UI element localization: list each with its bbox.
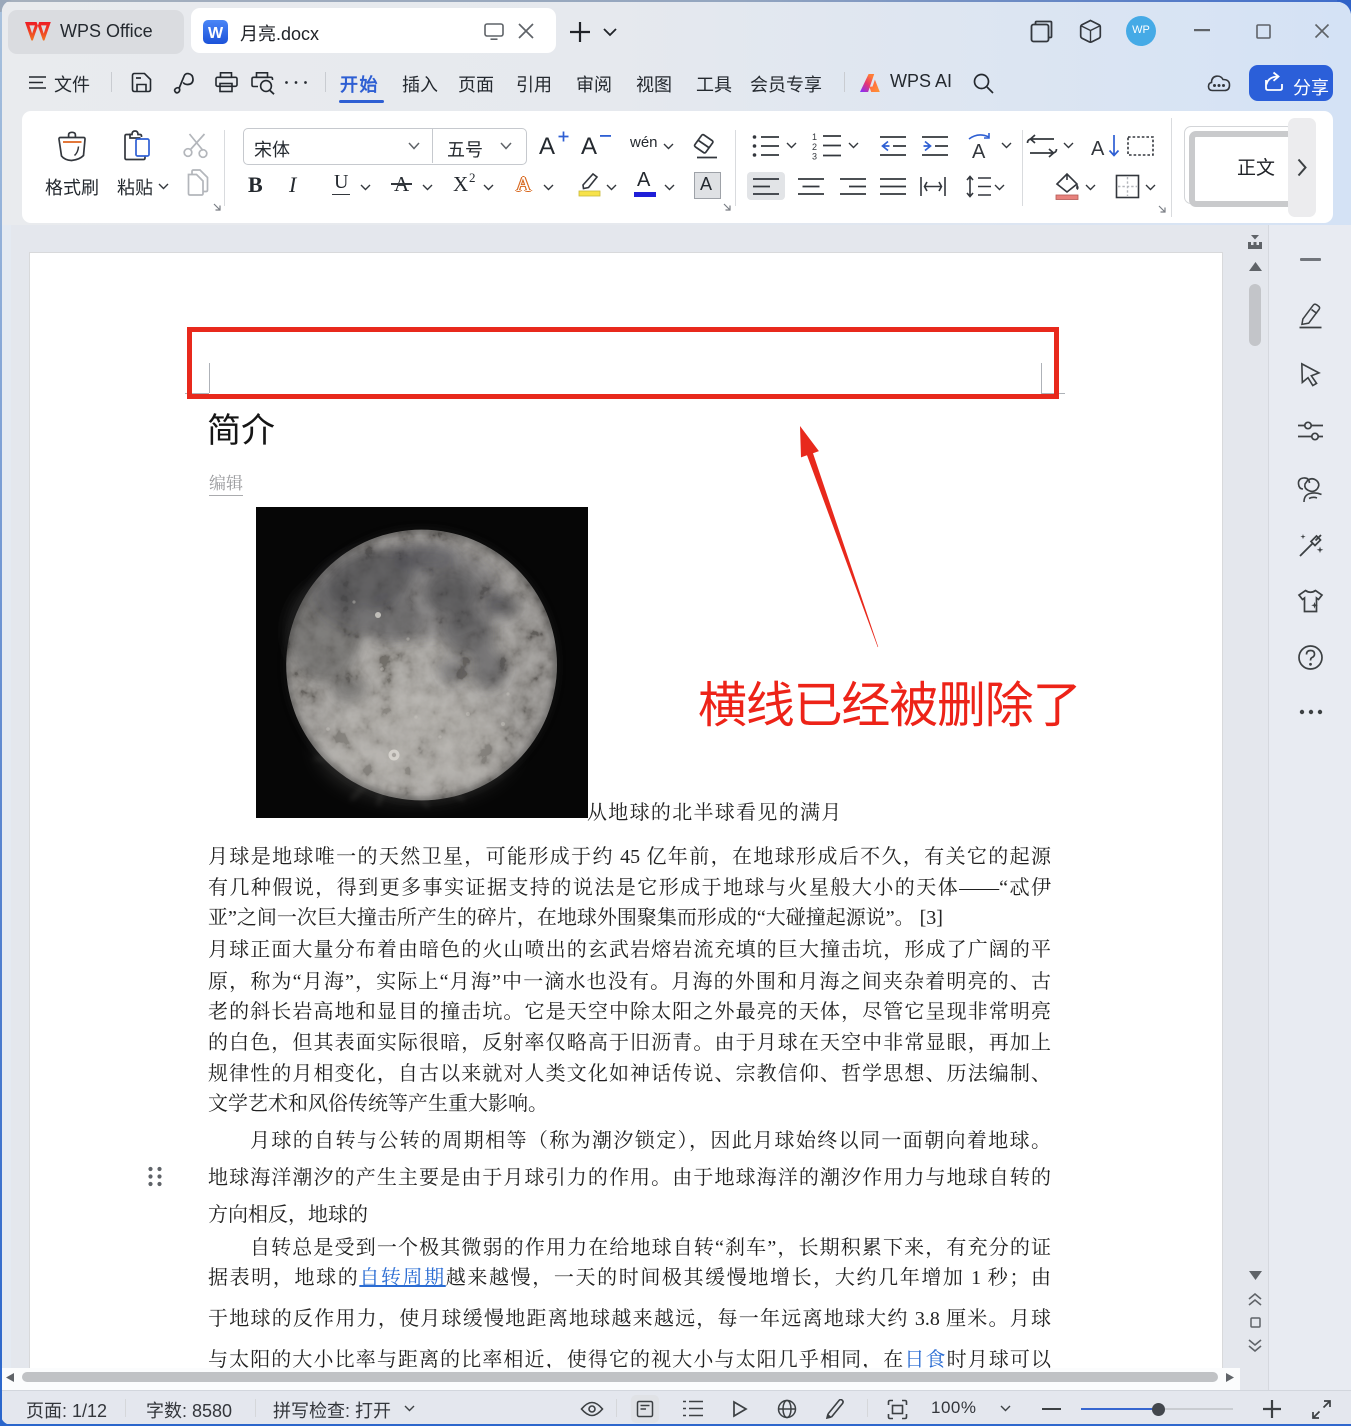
svg-text:2: 2 [812,142,817,152]
svg-text:3: 3 [812,152,817,161]
svg-text:1: 1 [812,132,817,142]
svg-text:A: A [972,141,986,161]
svg-text:W: W [208,25,224,42]
svg-text:A: A [1091,138,1105,160]
